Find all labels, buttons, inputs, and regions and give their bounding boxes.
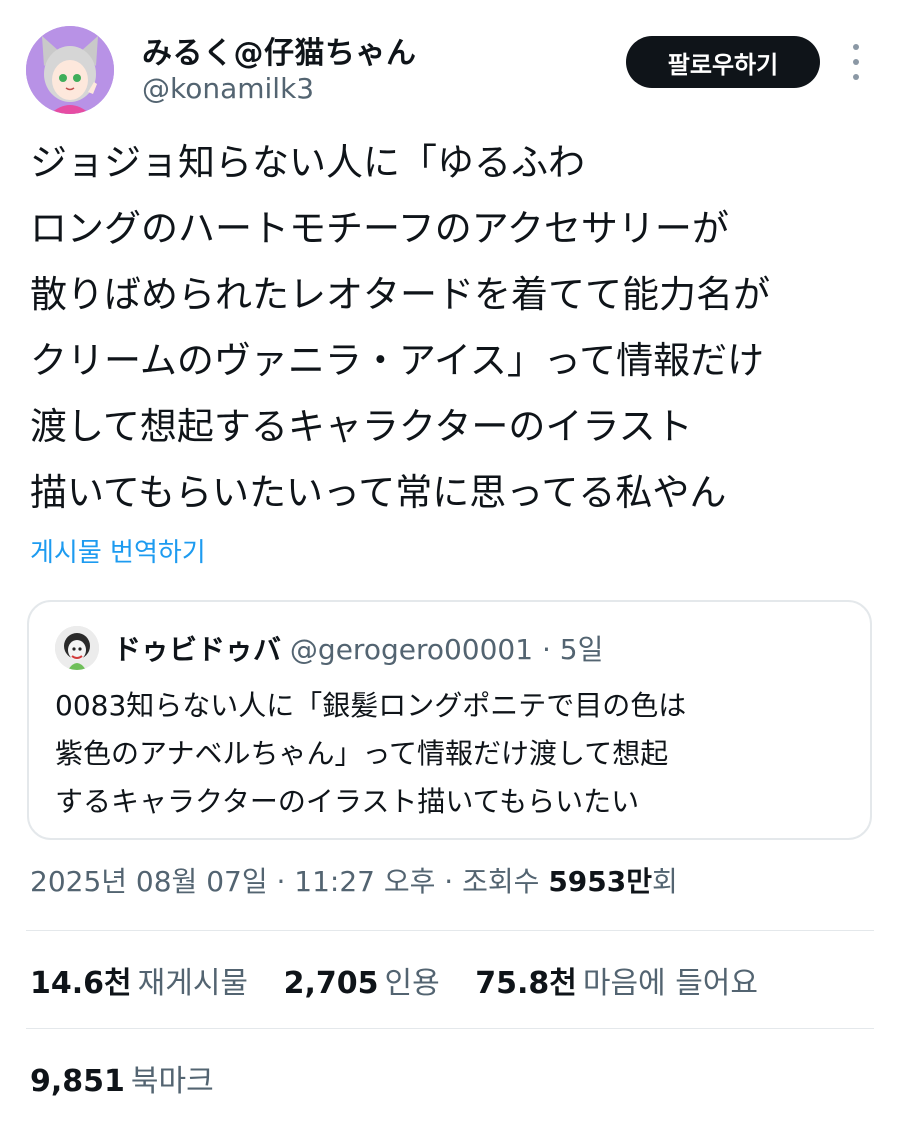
quoted-text-line: 0083知らない人に「銀髪ロングポニテで目の色は	[55, 689, 687, 722]
quoted-tweet-text: 0083知らない人に「銀髪ロングポニテで目の色は 紫色のアナベルちゃん」って情報…	[55, 684, 855, 828]
author-avatar-illustration	[26, 26, 114, 114]
quoted-separator: ·	[541, 633, 551, 666]
quotes-stat[interactable]: 2,705 인용	[284, 966, 440, 1001]
author-handle[interactable]: @konamilk3	[142, 72, 314, 105]
tweet-text-line: 散りばめられたレオタードを着てて能力名が	[30, 273, 770, 316]
reposts-stat[interactable]: 14.6천 재게시물	[30, 966, 248, 1001]
tweet-text-line: 渡して想起するキャラクターのイラスト	[30, 405, 693, 448]
reposts-count: 14.6천	[30, 966, 132, 1001]
likes-count: 75.8천	[475, 966, 577, 1001]
quoted-author-handle[interactable]: @gerogero00001	[290, 633, 533, 666]
bookmarks-count: 9,851	[30, 1064, 125, 1099]
tweet-text-line: クリームのヴァニラ・アイス」って情報だけ	[30, 339, 765, 382]
author-avatar[interactable]	[26, 26, 114, 114]
more-dot	[853, 74, 859, 80]
divider	[26, 1028, 874, 1029]
more-dot	[853, 59, 859, 65]
quoted-avatar-illustration	[55, 626, 99, 670]
translate-post-link[interactable]: 게시물 번역하기	[30, 532, 206, 569]
quoted-author-avatar[interactable]	[55, 626, 99, 670]
author-display-name[interactable]: みるく@仔猫ちゃん	[142, 28, 417, 72]
bookmarks-stat[interactable]: 9,851 북마크	[30, 1056, 214, 1100]
post-timestamp[interactable]: 2025년 08월 07일 · 11:27 오후 · 조회수	[30, 865, 539, 898]
bookmarks-label: 북마크	[130, 1064, 214, 1099]
tweet-text-line: ジョジョ知らない人に「ゆるふわ	[30, 141, 585, 184]
reposts-label: 재게시물	[137, 966, 249, 1001]
quoted-tweet-header: ドゥビドゥバ @gerogero00001 · 5일	[113, 628, 603, 668]
divider	[26, 930, 874, 931]
likes-stat[interactable]: 75.8천 마음에 들어요	[475, 966, 758, 1001]
view-count: 5953만	[548, 865, 653, 898]
view-count-suffix: 회	[652, 865, 678, 898]
quoted-author-name[interactable]: ドゥビドゥバ	[113, 633, 281, 666]
quotes-label: 인용	[384, 966, 440, 1001]
more-dot	[853, 44, 859, 50]
engagement-stats: 14.6천 재게시물 2,705 인용 75.8천 마음에 들어요	[30, 958, 784, 1002]
quoted-text-line: するキャラクターのイラスト描いてもらいたい	[55, 785, 640, 818]
quoted-text-line: 紫色のアナベルちゃん」って情報だけ渡して想起	[55, 737, 669, 770]
follow-button[interactable]: 팔로우하기	[626, 36, 820, 88]
more-vertical-icon[interactable]	[842, 44, 870, 80]
post-metadata: 2025년 08월 07일 · 11:27 오후 · 조회수 5953만회	[30, 860, 678, 900]
tweet-text-line: 描いてもらいたいって常に思ってる私やん	[30, 471, 727, 514]
quoted-post-age[interactable]: 5일	[560, 633, 604, 666]
tweet-text: ジョジョ知らない人に「ゆるふわ ロングのハートモチーフのアクセサリーが 散りばめ…	[30, 136, 880, 532]
likes-label: 마음에 들어요	[582, 966, 758, 1001]
quotes-count: 2,705	[283, 966, 379, 1001]
quoted-tweet-card[interactable]: ドゥビドゥバ @gerogero00001 · 5일 0083知らない人に「銀髪…	[27, 600, 872, 840]
tweet-text-line: ロングのハートモチーフのアクセサリーが	[30, 207, 729, 250]
